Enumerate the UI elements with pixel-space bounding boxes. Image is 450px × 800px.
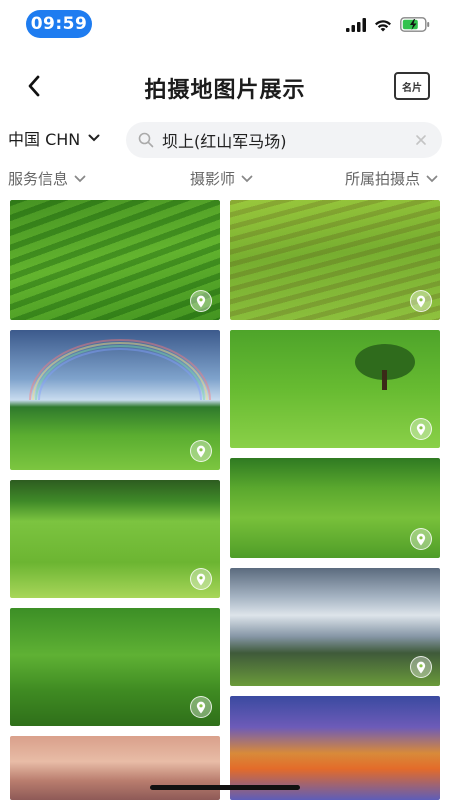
search-box <box>126 122 442 158</box>
location-pin-icon <box>410 290 432 312</box>
location-pin-icon <box>190 440 212 462</box>
search-row: 中国 CHN <box>0 120 450 158</box>
battery-charging-icon <box>400 17 430 32</box>
photo-card[interactable] <box>10 608 220 726</box>
cellular-signal-icon <box>346 17 366 32</box>
country-label: 中国 CHN <box>8 130 81 149</box>
status-icons <box>346 17 430 32</box>
wifi-icon <box>375 19 391 31</box>
photo-card[interactable] <box>230 568 440 686</box>
photo-card[interactable] <box>10 200 220 320</box>
photo-card[interactable] <box>10 330 220 470</box>
clear-search-button[interactable] <box>412 131 430 149</box>
page-title: 拍摄地图片展示 <box>144 78 306 103</box>
location-pin-icon <box>410 418 432 440</box>
chevron-down-icon <box>74 175 86 182</box>
tree-graphic <box>355 344 415 390</box>
photo-card[interactable] <box>230 458 440 558</box>
status-time: 09:59 <box>26 10 92 38</box>
name-card-icon: 名片 <box>402 82 422 94</box>
photo-card[interactable] <box>10 480 220 598</box>
photo-card[interactable] <box>230 330 440 448</box>
location-pin-icon <box>190 696 212 718</box>
search-icon <box>138 132 154 148</box>
close-icon <box>416 135 426 145</box>
location-pin-icon <box>410 528 432 550</box>
country-select[interactable]: 中国 CHN <box>8 126 100 150</box>
name-card-button[interactable]: 名片 <box>394 72 430 100</box>
location-pin-icon <box>190 568 212 590</box>
nav-bar: 拍摄地图片展示 名片 <box>0 60 450 110</box>
filter-label: 摄影师 <box>190 170 236 188</box>
home-indicator[interactable] <box>150 785 300 790</box>
chevron-down-icon <box>88 134 100 142</box>
photo-grid <box>0 200 450 800</box>
search-input[interactable] <box>162 130 412 150</box>
filter-label: 服务信息 <box>8 170 69 188</box>
filter-label: 所属拍摄点 <box>344 170 420 188</box>
filter-shooting-location[interactable]: 所属拍摄点 <box>345 168 438 189</box>
location-pin-icon <box>410 656 432 678</box>
filter-photographer[interactable]: 摄影师 <box>190 168 253 189</box>
photo-card[interactable] <box>10 736 220 800</box>
location-pin-icon <box>190 290 212 312</box>
photo-card[interactable] <box>230 200 440 320</box>
rainbow-graphic <box>29 339 211 401</box>
chevron-down-icon <box>241 175 253 182</box>
chevron-down-icon <box>426 175 438 182</box>
filter-service-info[interactable]: 服务信息 <box>8 168 86 189</box>
status-bar: 09:59 <box>0 0 450 48</box>
filter-row: 服务信息 摄影师 所属拍摄点 <box>0 166 450 192</box>
